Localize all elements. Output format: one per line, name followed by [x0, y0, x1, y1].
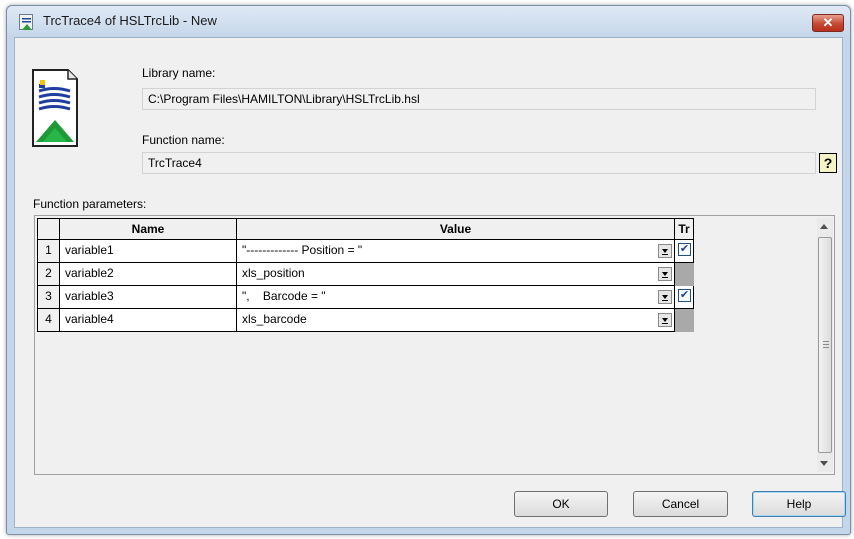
header-value[interactable]: Value — [237, 218, 675, 240]
param-value-cell[interactable]: "------------- Position = " — [237, 240, 675, 263]
row-number[interactable]: 1 — [37, 240, 60, 263]
tr-checkbox[interactable]: ✔ — [678, 289, 691, 302]
scroll-thumb[interactable] — [818, 237, 832, 453]
dialog-window: TrcTrace4 of HSLTrcLib - New ✕ Library n… — [6, 5, 851, 535]
scroll-grip — [823, 341, 829, 342]
value-dropdown-arrow[interactable] — [658, 267, 672, 281]
param-name-cell[interactable]: variable3 — [60, 286, 237, 309]
library-name-label: Library name: — [142, 66, 216, 80]
row-number[interactable]: 4 — [37, 309, 60, 332]
param-value-cell[interactable]: xls_barcode — [237, 309, 675, 332]
parameters-table: Name Value Tr 1 variable1 "-------------… — [37, 218, 815, 472]
param-value-cell[interactable]: xls_position — [237, 263, 675, 286]
cancel-button[interactable]: Cancel — [633, 491, 728, 517]
function-name-label: Function name: — [142, 133, 225, 147]
param-name-cell[interactable]: variable4 — [60, 309, 237, 332]
value-dropdown-arrow[interactable] — [658, 244, 672, 258]
row-number[interactable]: 3 — [37, 286, 60, 309]
library-document-icon — [30, 68, 80, 148]
value-dropdown-arrow[interactable] — [658, 313, 672, 327]
tr-cell-disabled — [675, 263, 694, 286]
header-name[interactable]: Name — [60, 218, 237, 240]
library-name-field[interactable]: C:\Program Files\HAMILTON\Library\HSLTrc… — [142, 88, 816, 110]
scroll-grip — [823, 347, 829, 348]
help-button[interactable]: Help — [752, 491, 846, 517]
row-number[interactable]: 2 — [37, 263, 60, 286]
vertical-scrollbar[interactable] — [817, 218, 833, 472]
title-bar[interactable]: TrcTrace4 of HSLTrcLib - New ✕ — [7, 6, 850, 36]
scroll-up-arrow-icon[interactable] — [820, 224, 828, 229]
scroll-down-arrow-icon[interactable] — [820, 461, 828, 466]
function-name-field[interactable]: TrcTrace4 — [142, 152, 816, 174]
tr-cell-disabled — [675, 309, 694, 332]
window-title: TrcTrace4 of HSLTrcLib - New — [43, 13, 217, 28]
tr-checkbox[interactable]: ✔ — [678, 243, 691, 256]
header-corner — [37, 218, 60, 240]
app-icon — [19, 14, 33, 30]
param-value-cell[interactable]: ", Barcode = " — [237, 286, 675, 309]
ok-button[interactable]: OK — [514, 491, 608, 517]
value-dropdown-arrow[interactable] — [658, 290, 672, 304]
parameters-grid: Name Value Tr 1 variable1 "-------------… — [34, 215, 835, 475]
header-tr[interactable]: Tr — [675, 218, 694, 240]
help-question-icon[interactable]: ? — [819, 153, 837, 173]
param-name-cell[interactable]: variable1 — [60, 240, 237, 263]
param-name-cell[interactable]: variable2 — [60, 263, 237, 286]
close-button[interactable]: ✕ — [812, 14, 844, 32]
function-parameters-label: Function parameters: — [33, 197, 147, 211]
scroll-grip — [823, 344, 829, 345]
dialog-client: Library name: C:\Program Files\HAMILTON\… — [14, 37, 846, 528]
